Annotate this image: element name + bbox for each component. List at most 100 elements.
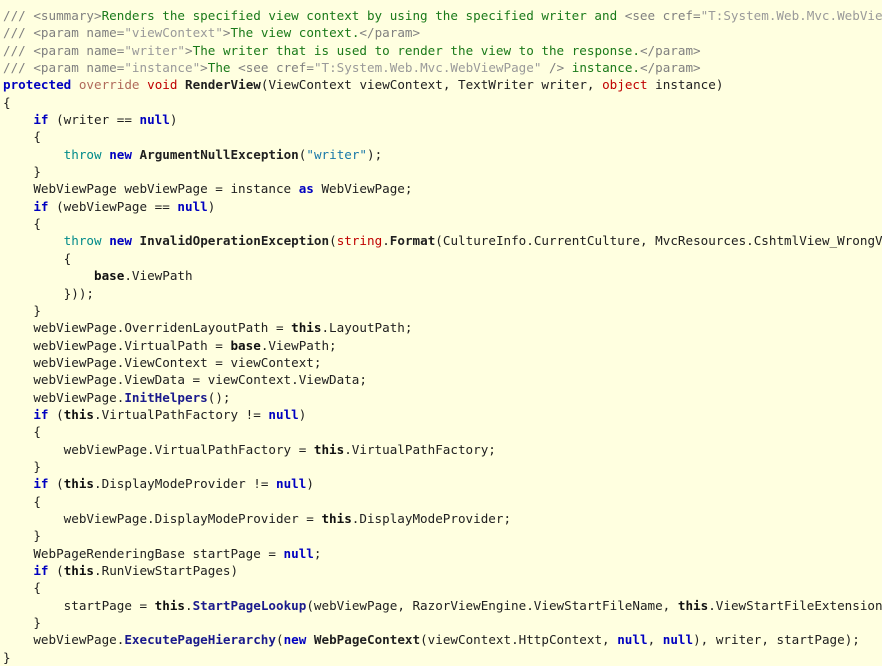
code-line[interactable]: { bbox=[3, 579, 882, 596]
code-line[interactable]: webViewPage.OverridenLayoutPath = this.L… bbox=[3, 319, 882, 336]
code-token: webViewPage. bbox=[3, 389, 125, 405]
code-token: </param> bbox=[639, 42, 701, 58]
code-token: (writer == bbox=[48, 112, 140, 128]
code-line[interactable]: if (this.DisplayModeProvider != null) bbox=[3, 475, 882, 492]
code-line[interactable]: })); bbox=[3, 285, 882, 302]
code-token: null bbox=[177, 198, 208, 214]
code-token: new bbox=[283, 632, 307, 648]
code-token: Renders the specified view context by us… bbox=[101, 8, 625, 23]
code-token: null bbox=[139, 112, 170, 128]
code-line[interactable]: /// <param name="writer">The writer that… bbox=[3, 42, 882, 59]
code-token: "viewContext" bbox=[124, 25, 223, 41]
code-line[interactable]: if (writer == null) bbox=[3, 111, 882, 128]
code-token: "T:System.Web.Mvc.WebViewPage" bbox=[313, 60, 542, 76]
code-token: { bbox=[3, 424, 41, 440]
code-token: if bbox=[33, 112, 49, 128]
code-token: instance. bbox=[564, 60, 640, 76]
code-token: { bbox=[3, 216, 41, 232]
code-token: WebViewPage; bbox=[313, 181, 413, 197]
code-line[interactable]: { bbox=[3, 250, 882, 267]
code-token: this bbox=[63, 476, 95, 492]
code-line[interactable]: webViewPage.ExecutePageHierarchy(new Web… bbox=[3, 631, 882, 648]
code-token: .RunViewStartPages) bbox=[94, 563, 239, 578]
code-token: { bbox=[3, 129, 41, 145]
code-token: override bbox=[78, 77, 140, 93]
code-line[interactable]: if (webViewPage == null) bbox=[3, 198, 882, 215]
source-code-block[interactable]: /// <summary>Renders the specified view … bbox=[3, 7, 882, 666]
code-line[interactable]: webViewPage.InitHelpers(); bbox=[3, 389, 882, 406]
code-token: > bbox=[185, 42, 193, 58]
code-token: (webViewPage, RazorViewEngine.ViewStartF… bbox=[306, 597, 678, 613]
code-token: (ViewContext viewContext, TextWriter wri… bbox=[260, 77, 603, 93]
code-line[interactable]: { bbox=[3, 423, 882, 440]
code-line[interactable]: throw new InvalidOperationException(stri… bbox=[3, 232, 882, 249]
code-line[interactable]: webViewPage.ViewData = viewContext.ViewD… bbox=[3, 371, 882, 388]
code-line[interactable]: WebPageRenderingBase startPage = null; bbox=[3, 545, 882, 562]
code-token: /// bbox=[3, 42, 34, 58]
code-token: (webViewPage == bbox=[48, 198, 178, 214]
code-token: WebViewPage webViewPage = instance bbox=[3, 181, 299, 197]
code-line[interactable]: { bbox=[3, 493, 882, 510]
code-line[interactable]: } bbox=[3, 458, 882, 475]
code-token: null bbox=[276, 476, 307, 492]
code-line[interactable]: webViewPage.DisplayModeProvider = this.D… bbox=[3, 510, 882, 527]
code-line[interactable]: webViewPage.VirtualPath = base.ViewPath; bbox=[3, 337, 882, 354]
code-line[interactable]: if (this.VirtualPathFactory != null) bbox=[3, 406, 882, 423]
code-token: .LayoutPath; bbox=[321, 320, 413, 336]
code-token: } bbox=[3, 649, 11, 665]
code-token: object bbox=[602, 77, 648, 93]
code-line[interactable]: webViewPage.ViewContext = viewContext; bbox=[3, 354, 882, 371]
code-token: <param name= bbox=[33, 42, 125, 58]
code-token: webViewPage.ViewContext = viewContext; bbox=[3, 354, 322, 370]
code-token: void bbox=[147, 77, 178, 93]
code-line[interactable]: WebViewPage webViewPage = instance as We… bbox=[3, 180, 882, 197]
code-token: (CultureInfo.CurrentCulture, MvcResource… bbox=[435, 233, 882, 249]
code-token: throw bbox=[63, 146, 102, 162]
code-token: new bbox=[109, 146, 132, 162]
code-token: <param name= bbox=[33, 25, 125, 41]
code-token: webViewPage.ViewData = viewContext.ViewD… bbox=[3, 372, 367, 388]
code-line[interactable]: } bbox=[3, 614, 882, 631]
code-line[interactable]: /// <summary>Renders the specified view … bbox=[3, 7, 882, 24]
code-token: ) bbox=[169, 112, 178, 128]
code-line[interactable]: protected override void RenderView(ViewC… bbox=[3, 76, 882, 93]
code-line[interactable]: } bbox=[3, 302, 882, 319]
code-line[interactable]: /// <param name="instance">The <see cref… bbox=[3, 59, 882, 76]
code-token: <see cref= bbox=[238, 60, 314, 76]
code-line[interactable]: base.ViewPath bbox=[3, 267, 882, 284]
code-token: WebPageContext bbox=[313, 632, 421, 648]
code-token: this bbox=[154, 597, 185, 613]
code-token: .ViewStartFileExtensions); bbox=[708, 597, 882, 613]
code-token: > bbox=[222, 25, 231, 41]
code-line[interactable]: } bbox=[3, 649, 882, 666]
code-token: } bbox=[3, 458, 41, 474]
code-token: <param name= bbox=[33, 60, 125, 76]
code-token: ) bbox=[207, 198, 216, 214]
code-line[interactable]: /// <param name="viewContext">The view c… bbox=[3, 24, 882, 41]
code-line[interactable]: { bbox=[3, 128, 882, 145]
code-token: InitHelpers bbox=[124, 389, 208, 405]
code-line[interactable]: { bbox=[3, 94, 882, 111]
code-line[interactable]: } bbox=[3, 527, 882, 544]
code-line[interactable]: } bbox=[3, 163, 882, 180]
code-token: this bbox=[63, 563, 95, 578]
code-token: , bbox=[647, 632, 663, 648]
code-token: "writer" bbox=[124, 42, 186, 58]
code-viewer[interactable]: /// <summary>Renders the specified view … bbox=[0, 0, 882, 665]
code-token: null bbox=[662, 632, 694, 648]
code-token: <see cref= bbox=[624, 8, 701, 23]
code-line[interactable]: { bbox=[3, 215, 882, 232]
code-line[interactable]: webViewPage.VirtualPathFactory = this.Vi… bbox=[3, 441, 882, 458]
code-token: /> bbox=[541, 60, 565, 76]
code-line[interactable]: if (this.RunViewStartPages) bbox=[3, 562, 882, 579]
code-token: if bbox=[33, 406, 49, 422]
code-token: ; bbox=[313, 545, 322, 561]
code-line[interactable]: throw new ArgumentNullException("writer"… bbox=[3, 146, 882, 163]
code-token: webViewPage.VirtualPathFactory = bbox=[3, 441, 314, 457]
code-line[interactable]: startPage = this.StartPageLookup(webView… bbox=[3, 597, 882, 614]
